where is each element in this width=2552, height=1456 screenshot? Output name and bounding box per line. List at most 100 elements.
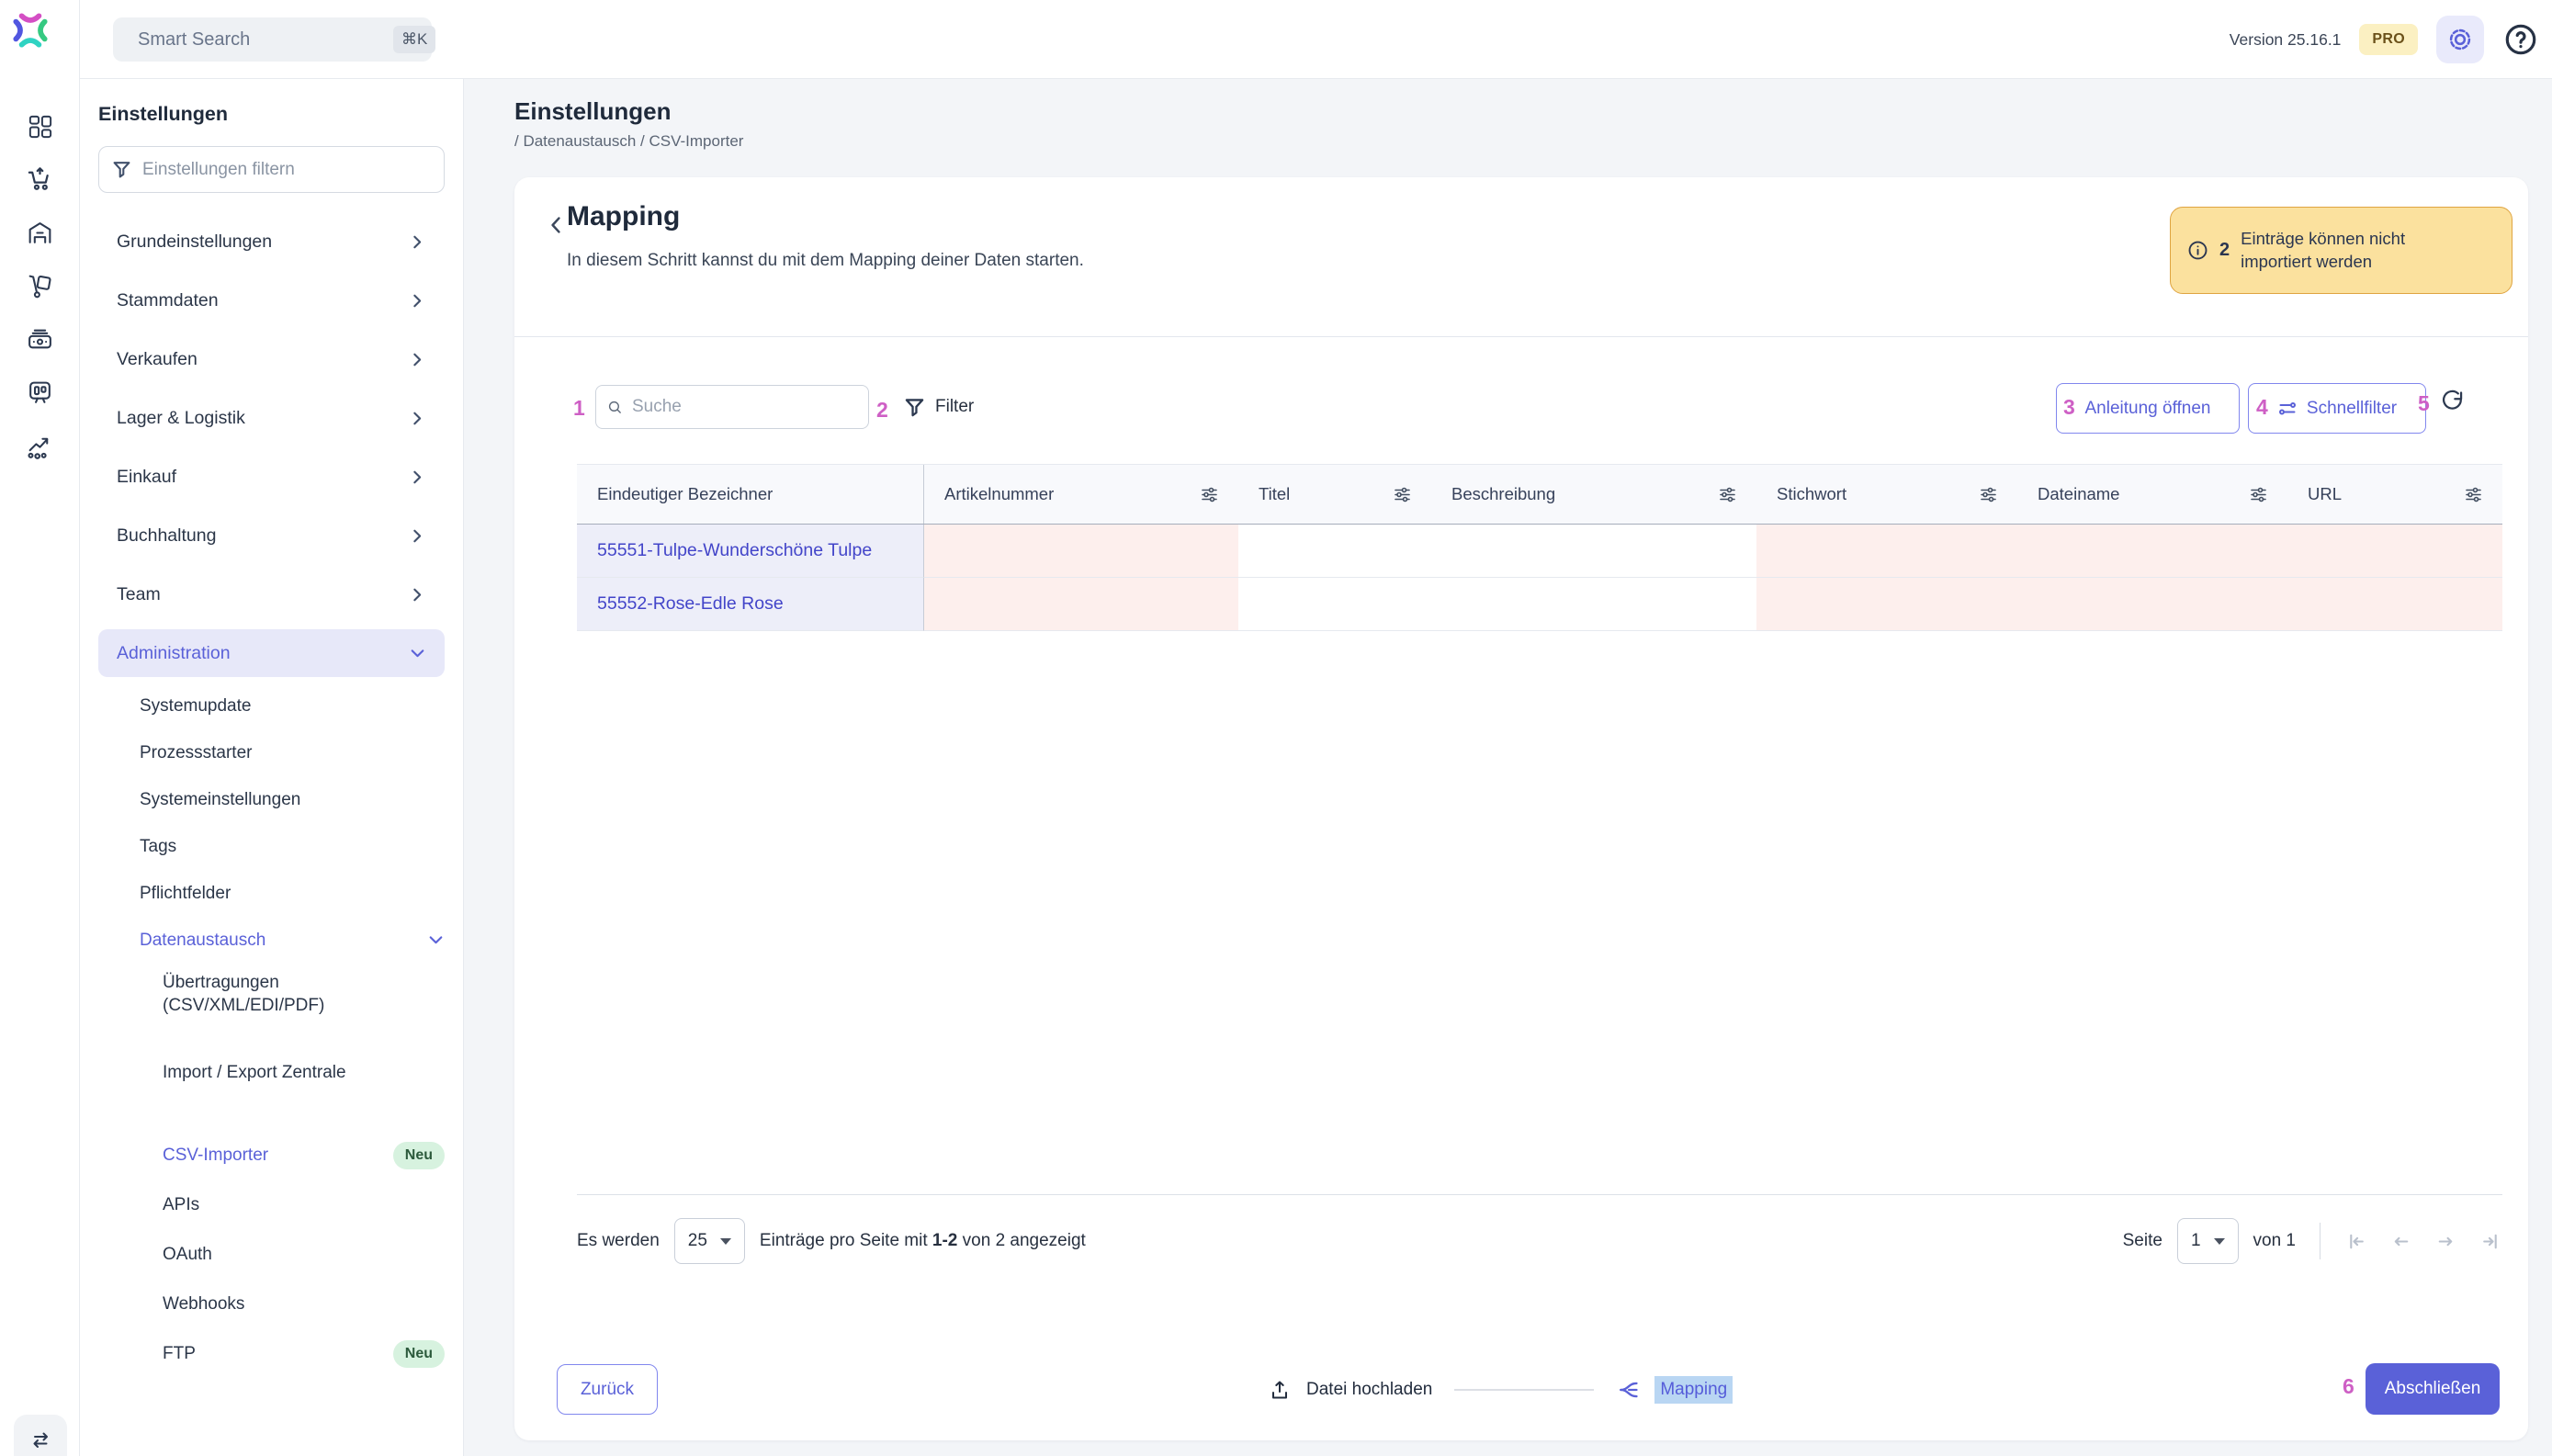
cart-up-icon[interactable]	[26, 165, 54, 194]
sidebar-item-apis[interactable]: APIs	[163, 1180, 445, 1230]
column-settings-icon[interactable]	[2465, 486, 2482, 503]
next-page-button[interactable]	[2434, 1230, 2457, 1253]
cell-dateiname[interactable]	[2017, 525, 2287, 578]
table-row[interactable]: 55552-Rose-Edle Rose	[577, 578, 2502, 631]
pagination-divider	[577, 1194, 2502, 1195]
column-header-beschreibung[interactable]: Beschreibung	[1431, 465, 1756, 524]
warehouse-icon[interactable]	[26, 219, 54, 247]
sidebar-item-pflichtfelder[interactable]: Pflichtfelder	[140, 870, 445, 917]
sidebar-item-oauth[interactable]: OAuth	[163, 1230, 445, 1280]
table-search-input[interactable]	[632, 397, 857, 417]
sidebar-item-buchhaltung[interactable]: Buchhaltung	[98, 506, 445, 565]
sidebar-item-csv-importer[interactable]: CSV-Importer Neu	[163, 1131, 445, 1180]
wizard-step-title: Mapping	[567, 201, 680, 232]
cash-icon[interactable]	[26, 325, 54, 354]
cell-stichwort[interactable]	[1756, 525, 2017, 578]
cell-stichwort[interactable]	[1756, 578, 2017, 631]
pagination-separator	[2320, 1223, 2321, 1259]
annotation-5: 5	[2418, 391, 2430, 416]
sidebar-item-stammdaten[interactable]: Stammdaten	[98, 271, 445, 330]
sidebar-item-team[interactable]: Team	[98, 565, 445, 624]
row-identifier-link[interactable]: 55552-Rose-Edle Rose	[577, 578, 924, 631]
info-icon	[2187, 240, 2208, 261]
main-content: Einstellungen / Datenaustausch / CSV-Imp…	[464, 79, 2552, 1456]
smart-search[interactable]: ⌘K	[113, 17, 432, 62]
analytics-icon[interactable]	[26, 432, 54, 460]
step-mapping-label[interactable]: Mapping	[1654, 1376, 1733, 1404]
settings-button[interactable]	[2436, 16, 2484, 63]
smart-search-input[interactable]	[138, 29, 381, 51]
xentral-logo-icon[interactable]	[9, 9, 51, 51]
sidebar-title: Einstellungen	[98, 103, 445, 126]
table-search[interactable]	[595, 385, 869, 429]
column-settings-icon[interactable]	[1980, 486, 1997, 503]
column-settings-icon[interactable]	[1394, 486, 1411, 503]
help-button[interactable]	[2502, 21, 2539, 58]
hand-truck-icon[interactable]	[26, 272, 54, 300]
refresh-icon[interactable]	[2440, 389, 2465, 413]
page-size-select[interactable]: 25	[674, 1218, 745, 1264]
back-step-button[interactable]: Zurück	[557, 1364, 658, 1415]
question-icon	[2503, 22, 2538, 57]
breadcrumb[interactable]: / Datenaustausch / CSV-Importer	[514, 132, 743, 151]
sidebar-item-systemeinstellungen[interactable]: Systemeinstellungen	[140, 776, 445, 823]
sidebar-item-webhooks[interactable]: Webhooks	[163, 1280, 445, 1329]
column-header-titel[interactable]: Titel	[1238, 465, 1431, 524]
cell-url[interactable]	[2287, 578, 2502, 631]
page-select[interactable]: 1	[2177, 1218, 2239, 1264]
column-header-stichwort[interactable]: Stichwort	[1756, 465, 2017, 524]
column-settings-icon[interactable]	[1201, 486, 1218, 503]
finish-button[interactable]: Abschließen	[2366, 1363, 2500, 1415]
table-row[interactable]: 55551-Tulpe-Wunderschöne Tulpe	[577, 525, 2502, 578]
csv-importer-card: Mapping In diesem Schritt kannst du mit …	[514, 177, 2528, 1440]
last-page-button[interactable]	[2479, 1230, 2502, 1253]
sidebar-filter-input[interactable]	[142, 160, 431, 180]
quickfilter-button[interactable]: Schnellfilter	[2248, 383, 2426, 434]
cell-url[interactable]	[2287, 525, 2502, 578]
cell-dateiname[interactable]	[2017, 578, 2287, 631]
step-upload-label[interactable]: Datei hochladen	[1306, 1380, 1432, 1400]
cell-beschreibung[interactable]	[1431, 578, 1756, 631]
kanban-board-icon[interactable]	[26, 378, 54, 407]
column-header-url[interactable]: URL	[2287, 465, 2502, 524]
dashboard-icon[interactable]	[26, 112, 54, 141]
column-header-dateiname[interactable]: Dateiname	[2017, 465, 2287, 524]
version-label: Version 25.16.1	[2230, 30, 2342, 50]
sidebar-item-lager-logistik[interactable]: Lager & Logistik	[98, 389, 445, 447]
column-header-bezeichner[interactable]: Eindeutiger Bezeichner	[577, 465, 924, 524]
cell-beschreibung[interactable]	[1431, 525, 1756, 578]
sidebar-filter[interactable]	[98, 146, 445, 193]
sidebar-item-uebertragungen[interactable]: Übertragungen (CSV/XML/EDI/PDF)	[163, 964, 392, 1033]
sidebar-item-datenaustausch[interactable]: Datenaustausch	[140, 917, 445, 964]
sidebar-item-prozessstarter[interactable]: Prozessstarter	[140, 729, 445, 776]
cell-titel[interactable]	[1238, 525, 1431, 578]
chevron-right-icon	[409, 233, 426, 251]
sidebar-item-grundeinstellungen[interactable]: Grundeinstellungen	[98, 212, 445, 271]
annotation-4: 4	[2256, 395, 2268, 420]
collapse-switch-button[interactable]	[14, 1415, 67, 1456]
column-settings-icon[interactable]	[2250, 486, 2267, 503]
administration-subnav: Systemupdate Prozessstarter Systemeinste…	[140, 683, 445, 1379]
sidebar-item-tags[interactable]: Tags	[140, 823, 445, 870]
sidebar-item-ftp[interactable]: FTP Neu	[163, 1329, 445, 1379]
back-button[interactable]	[542, 211, 570, 239]
cell-artikelnummer[interactable]	[924, 525, 1238, 578]
pagination-summary: Einträge pro Seite mit 1-2 von 2 angezei…	[760, 1231, 1086, 1251]
chevron-right-icon	[409, 527, 426, 545]
row-identifier-link[interactable]: 55551-Tulpe-Wunderschöne Tulpe	[577, 525, 924, 578]
previous-page-button[interactable]	[2389, 1230, 2412, 1253]
sidebar-item-einkauf[interactable]: Einkauf	[98, 447, 445, 506]
sidebar-item-systemupdate[interactable]: Systemupdate	[140, 683, 445, 729]
wizard-steps: Datei hochladen Mapping	[1268, 1364, 1733, 1415]
neu-badge: Neu	[393, 1142, 445, 1169]
sidebar-item-import-export-zentrale[interactable]: Import / Export Zentrale	[163, 1048, 445, 1098]
column-settings-icon[interactable]	[1719, 486, 1736, 503]
filter-button[interactable]: Filter	[904, 385, 974, 429]
column-header-artikelnummer[interactable]: Artikelnummer	[924, 465, 1238, 524]
cell-titel[interactable]	[1238, 578, 1431, 631]
open-guide-button[interactable]: Anleitung öffnen	[2056, 383, 2240, 434]
first-page-button[interactable]	[2344, 1230, 2367, 1253]
sidebar-item-verkaufen[interactable]: Verkaufen	[98, 330, 445, 389]
cell-artikelnummer[interactable]	[924, 578, 1238, 631]
sidebar-item-administration[interactable]: Administration	[98, 629, 445, 677]
